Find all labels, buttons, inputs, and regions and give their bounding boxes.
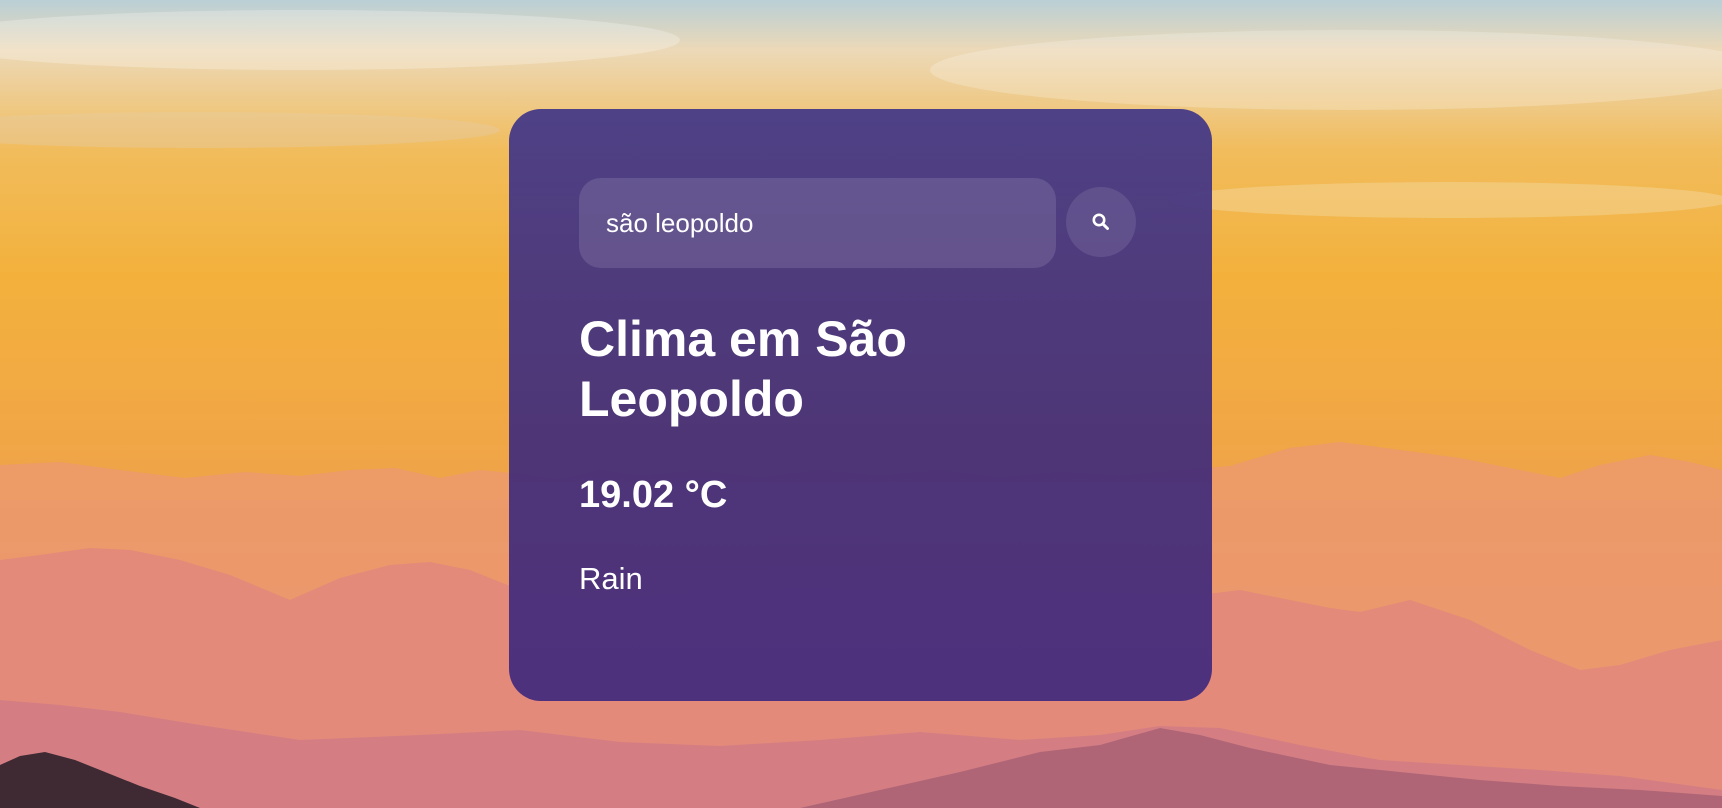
search-button[interactable] <box>1066 187 1136 257</box>
search-icon <box>1092 213 1109 230</box>
city-search-input[interactable] <box>579 178 1056 268</box>
search-bar <box>579 178 1139 268</box>
temperature-value: 19.02 °C <box>579 474 728 516</box>
city-title: Clima em São Leopoldo <box>579 311 907 427</box>
weather-description: Rain <box>579 561 643 596</box>
weather-card: Clima em São Leopoldo 19.02 °C Rain <box>509 109 1212 701</box>
